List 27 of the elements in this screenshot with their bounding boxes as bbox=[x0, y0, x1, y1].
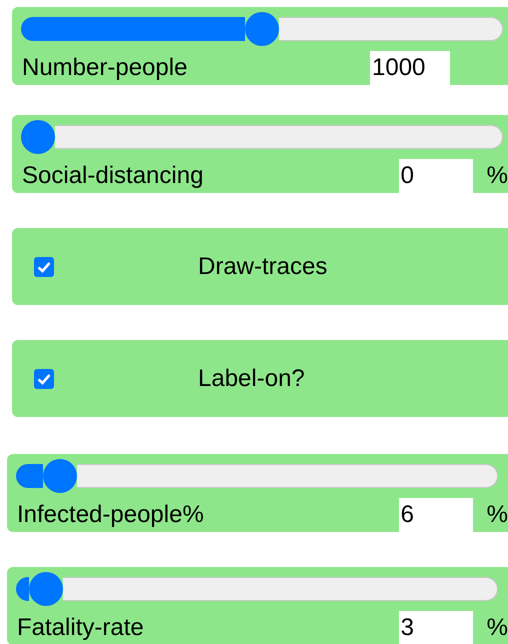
slider[interactable] bbox=[21, 120, 503, 154]
slider[interactable] bbox=[16, 572, 498, 606]
checkbox[interactable] bbox=[34, 368, 54, 388]
slider[interactable] bbox=[21, 12, 503, 46]
slider-thumb[interactable] bbox=[29, 572, 64, 606]
value-field[interactable]: 0 bbox=[398, 159, 473, 193]
value-field[interactable]: 1000 bbox=[370, 51, 450, 85]
checkbox[interactable] bbox=[34, 256, 54, 276]
value-field[interactable]: 6 bbox=[398, 498, 473, 532]
slider-label: Infected-people% bbox=[17, 500, 204, 530]
unit-label: % bbox=[486, 161, 508, 191]
checkbox-label: Label-on? bbox=[198, 364, 305, 394]
checkbox-label: Draw-traces bbox=[198, 252, 328, 282]
check-icon bbox=[37, 260, 51, 272]
value-field[interactable]: 3 bbox=[398, 611, 473, 644]
unit-label: % bbox=[486, 613, 508, 643]
slider[interactable] bbox=[16, 459, 498, 493]
slider-label: Fatality-rate bbox=[17, 613, 144, 643]
slider-fill bbox=[16, 464, 43, 488]
slider-label: Social-distancing bbox=[22, 161, 204, 191]
slider-thumb[interactable] bbox=[245, 12, 279, 46]
slider-label: Number-people bbox=[22, 53, 188, 83]
check-icon bbox=[37, 372, 51, 384]
unit-label: % bbox=[486, 500, 508, 530]
slider-thumb[interactable] bbox=[42, 459, 77, 493]
slider-thumb[interactable] bbox=[21, 120, 55, 154]
slider-fill bbox=[16, 577, 30, 601]
